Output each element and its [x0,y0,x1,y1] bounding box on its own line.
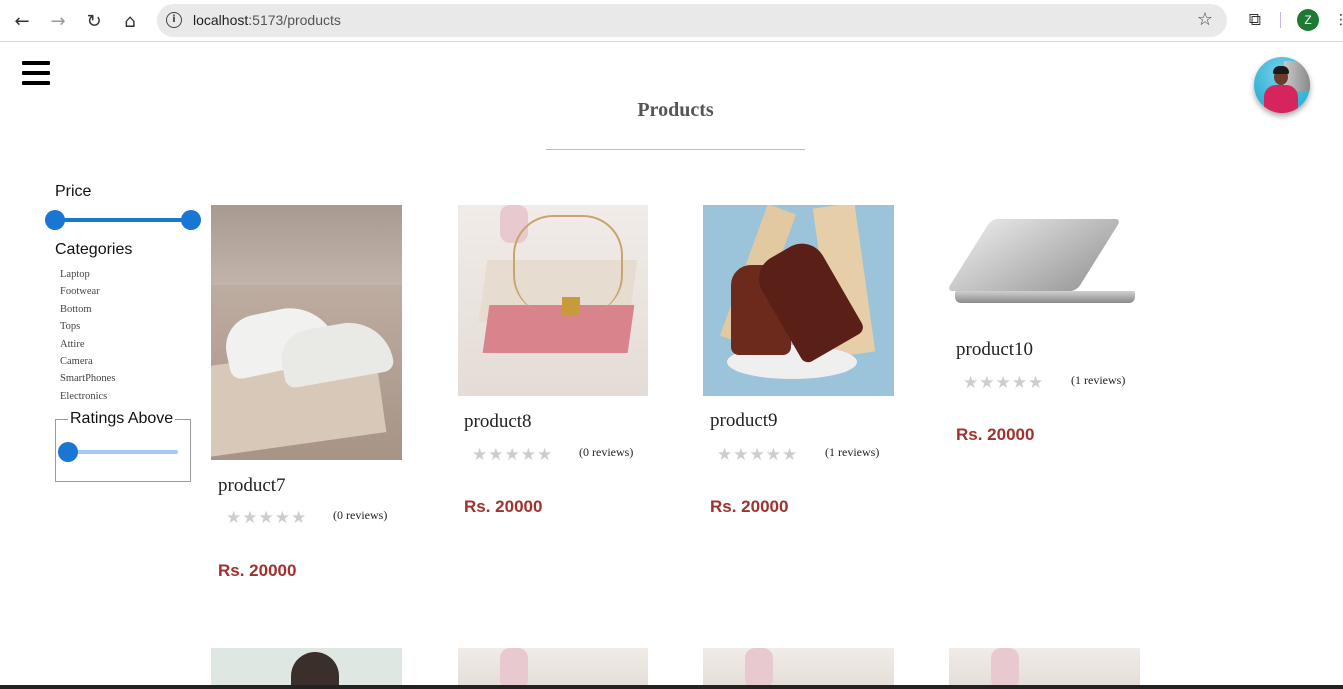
reload-icon[interactable]: ↻ [81,8,107,34]
back-arrow-icon[interactable]: ← [9,8,35,34]
product-image[interactable] [949,648,1140,689]
profile-avatar[interactable]: Z [1297,9,1319,31]
category-item[interactable]: Laptop [60,268,115,285]
title-divider [546,149,805,150]
product-image[interactable] [703,648,894,689]
review-count: (0 reviews) [579,445,634,459]
product-image[interactable] [211,648,402,689]
product-image[interactable] [458,648,648,689]
product-name: product8 [464,411,532,432]
review-count: (0 reviews) [333,508,388,522]
category-item[interactable]: Electronics [60,390,115,407]
browser-toolbar: ← → ↻ ⌂ i localhost:5173/products ☆ ⧉ Z … [0,0,1343,42]
price-filter-label: Price [55,183,92,200]
product-image [703,205,894,396]
review-count: (1 reviews) [1071,373,1126,387]
forward-arrow-icon[interactable]: → [45,8,71,34]
rating-stars: ★★★★★ [963,373,1045,393]
url-text[interactable]: localhost:5173/products [193,12,341,28]
category-item[interactable]: Attire [60,338,115,355]
product-card[interactable]: product7 ★★★★★ (0 reviews) Rs. 20000 [211,205,402,585]
product-name: product10 [956,339,1034,360]
product-name: product9 [710,410,778,431]
rating-stars: ★★★★★ [472,445,554,465]
product-card[interactable]: product10 ★★★★★ (1 reviews) Rs. 20000 [949,205,1140,455]
ratings-slider-rail[interactable] [68,450,178,454]
product-price: Rs. 20000 [710,497,789,516]
product-price: Rs. 20000 [464,497,543,516]
category-item[interactable]: Camera [60,355,115,372]
rating-stars: ★★★★★ [226,508,308,528]
category-item[interactable]: SmartPhones [60,372,115,389]
url-path: :5173/products [248,12,341,28]
price-slider-min-thumb[interactable] [45,210,65,230]
toolbar-divider [1280,12,1281,28]
category-item[interactable]: Tops [60,320,115,337]
extensions-puzzle-icon[interactable]: ⧉ [1243,8,1267,32]
category-list: Laptop Footwear Bottom Tops Attire Camer… [60,268,115,407]
page-title: Products [637,99,714,121]
product-name: product7 [218,475,286,496]
product-card[interactable]: product8 ★★★★★ (0 reviews) Rs. 20000 [458,205,648,525]
product-image [949,205,1140,325]
product-image [211,205,402,460]
ratings-label: Ratings Above [68,410,176,428]
url-host: localhost [193,12,249,28]
product-card[interactable]: product9 ★★★★★ (1 reviews) Rs. 20000 [703,205,894,525]
categories-label: Categories [55,241,133,258]
rating-stars: ★★★★★ [717,445,799,465]
taskbar-edge [0,685,1343,689]
review-count: (1 reviews) [825,445,880,459]
category-item[interactable]: Bottom [60,303,115,320]
home-icon[interactable]: ⌂ [117,8,143,34]
bookmark-star-icon[interactable]: ☆ [1197,9,1213,30]
ratings-slider-thumb[interactable] [58,442,78,462]
price-slider-max-thumb[interactable] [181,210,201,230]
address-bar[interactable]: i localhost:5173/products ☆ [157,4,1227,37]
price-slider-track[interactable] [55,218,191,222]
category-item[interactable]: Footwear [60,285,115,302]
product-price: Rs. 20000 [218,561,297,580]
product-image [458,205,648,396]
browser-menu-icon[interactable]: ⋮ [1334,12,1343,30]
menu-hamburger-icon[interactable] [22,61,50,87]
product-price: Rs. 20000 [956,425,1035,444]
site-info-icon[interactable]: i [166,12,182,28]
